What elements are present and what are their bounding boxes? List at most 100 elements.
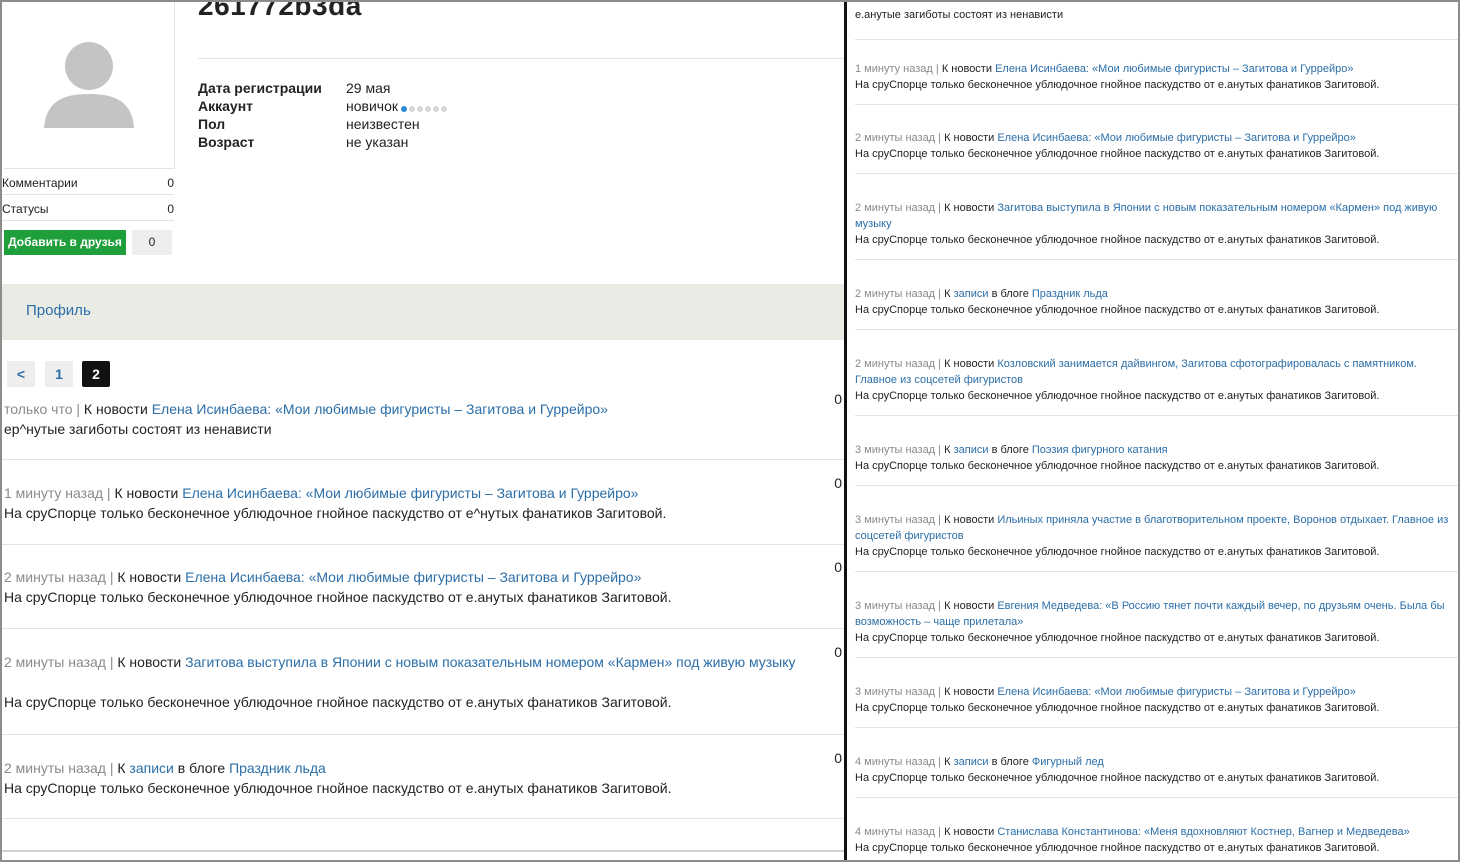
info-key: Возраст — [198, 134, 255, 150]
separator: | — [935, 132, 945, 144]
statuses-stat[interactable]: Статусы 0 — [2, 196, 174, 221]
article-link[interactable]: Загитова выступила в Японии с новым пока… — [185, 654, 795, 670]
comment-time: 2 минуты назад — [855, 358, 936, 370]
separator: | — [935, 514, 945, 526]
comment-time: 2 минуты назад — [855, 132, 936, 144]
comment-text: е.анутые загиботы состоят из ненависти — [855, 9, 1064, 21]
article-link[interactable]: Праздник льда — [229, 760, 326, 776]
comment-time: только что — [4, 401, 73, 417]
comment-rating: 0 — [834, 750, 842, 766]
article-link[interactable]: Елена Исинбаева: «Мои любимые фигуристы … — [182, 485, 638, 501]
comment-text: На сруСпорце только бесконечное ублюдочн… — [855, 390, 1380, 402]
comment-feed-overlay: е.анутые загиботы состоят из ненависти 1 … — [847, 2, 1458, 860]
comment-context: К новости — [944, 358, 995, 370]
article-link[interactable]: Фигурный лед — [1032, 756, 1104, 768]
comment-item: 2 минуты назад | К новости Елена Исинбае… — [2, 559, 844, 629]
info-value: неизвестен — [346, 116, 420, 132]
article-link[interactable]: Елена Исинбаева: «Мои любимые фигуристы … — [997, 686, 1355, 698]
comment-header: 1 минуту назад | К новости Елена Исинбае… — [4, 483, 804, 503]
comment-header: 2 минуты назад | К новости Козловский за… — [855, 356, 1458, 388]
comment-time: 1 минуту назад — [855, 63, 933, 75]
tab-profile[interactable]: Профиль — [26, 302, 91, 319]
profile-tabs-bar: Профиль — [2, 284, 844, 340]
info-value: новичок — [346, 98, 449, 115]
comment-context: К — [117, 760, 126, 776]
comment-header: только что | К новости Елена Исинбаева: … — [4, 399, 804, 419]
comment-item: 2 минуты назад | К записи в блоге Праздн… — [2, 750, 844, 819]
pager-page-2[interactable]: 2 — [82, 361, 110, 387]
comment-time: 2 минуты назад — [4, 760, 106, 776]
comment-text: На сруСпорце только бесконечное ублюдочн… — [855, 772, 1380, 784]
pager-page-1[interactable]: 1 — [45, 361, 73, 387]
comment-text: На сруСпорце только бесконечное ублюдочн… — [855, 304, 1380, 316]
comment-time: 3 минуты назад — [855, 444, 936, 456]
profile-panel: Комментарии 0 Статусы 0 Добавить в друзь… — [2, 2, 844, 860]
comment-time: 2 минуты назад — [4, 654, 106, 670]
comment-time: 1 минуту назад — [4, 485, 104, 501]
comments-stat[interactable]: Комментарии 0 — [2, 170, 174, 195]
comment-item: 2 минуты назад | К новости Загитова выст… — [2, 644, 844, 735]
comment-context: К новости — [944, 202, 995, 214]
separator: | — [935, 358, 945, 370]
separator: | — [105, 654, 118, 670]
comment-time: 2 минуты назад — [855, 288, 936, 300]
comment-header: 3 минуты назад | К новости Ильиных приня… — [855, 512, 1458, 544]
comment-text: На сруСпорце только бесконечное ублюдочн… — [855, 234, 1380, 246]
level-dot — [408, 106, 415, 113]
article-link[interactable]: Елена Исинбаева: «Мои любимые фигуристы … — [185, 569, 641, 585]
article-link[interactable]: Елена Исинбаева: «Мои любимые фигуристы … — [995, 63, 1353, 75]
article-link[interactable]: Станислава Константинова: «Меня вдохновл… — [997, 826, 1409, 838]
comment-context: К новости — [117, 569, 182, 585]
level-dot — [400, 106, 407, 113]
avatar — [4, 2, 175, 169]
blog-entry-link[interactable]: записи — [954, 288, 989, 300]
article-link[interactable]: Елена Исинбаева: «Мои любимые фигуристы … — [152, 401, 608, 417]
comment-header: 3 минуты назад | К новости Елена Исинбае… — [855, 684, 1458, 700]
comment-text: На сруСпорце только бесконечное ублюдочн… — [855, 79, 1380, 91]
blog-entry-link[interactable]: записи — [954, 444, 989, 456]
separator: | — [105, 569, 118, 585]
comment-time: 3 минуты назад — [855, 686, 936, 698]
blog-label: в блоге — [991, 756, 1029, 768]
blog-entry-link[interactable]: записи — [129, 760, 173, 776]
comment-item: е.анутые загиботы состоят из ненависти — [855, 7, 1458, 40]
comment-item: 2 минуты назад | К новости Козловский за… — [855, 356, 1458, 416]
level-dot — [432, 106, 439, 113]
comment-rating: 0 — [834, 644, 842, 660]
comment-rating: 0 — [834, 391, 842, 407]
screenshot-frame: Комментарии 0 Статусы 0 Добавить в друзь… — [0, 0, 1460, 862]
comment-header: 2 минуты назад | К новости Загитова выст… — [4, 652, 804, 672]
divider — [198, 58, 844, 59]
comment-item: 4 минуты назад | К записи в блоге Фигурн… — [855, 754, 1458, 798]
article-link[interactable]: Елена Исинбаева: «Мои любимые фигуристы … — [997, 132, 1355, 144]
comment-header: 3 минуты назад | К записи в блоге Поэзия… — [855, 442, 1458, 458]
comment-text: На сруСпорце только бесконечное ублюдочн… — [4, 589, 672, 605]
separator: | — [935, 686, 945, 698]
info-key: Пол — [198, 116, 226, 132]
comment-text: На сруСпорце только бесконечное ублюдочн… — [4, 694, 672, 710]
comment-item: 3 минуты назад | К новости Елена Исинбае… — [855, 684, 1458, 728]
comment-item: 2 минуты назад | К новости Елена Исинбае… — [855, 130, 1458, 174]
comment-time: 3 минуты назад — [855, 600, 936, 612]
comment-header: 2 минуты назад | К записи в блоге Праздн… — [4, 758, 804, 778]
comment-context: К новости — [944, 826, 995, 838]
separator: | — [935, 202, 945, 214]
level-dot — [424, 106, 431, 113]
comment-time: 4 минуты назад — [855, 826, 936, 838]
comment-time: 2 минуты назад — [4, 569, 106, 585]
comment-item: 3 минуты назад | К новости Евгения Медве… — [855, 598, 1458, 658]
article-link[interactable]: Поэзия фигурного катания — [1032, 444, 1168, 456]
comment-rating: 0 — [834, 559, 842, 575]
comment-text: На сруСпорце только бесконечное ублюдочн… — [855, 632, 1380, 644]
separator: | — [935, 756, 945, 768]
level-dot — [416, 106, 423, 113]
article-link[interactable]: Праздник льда — [1032, 288, 1108, 300]
comment-text: На сруСпорце только бесконечное ублюдочн… — [855, 460, 1380, 472]
blog-entry-link[interactable]: записи — [954, 756, 989, 768]
pager-prev-button[interactable]: < — [7, 361, 35, 387]
add-friend-button[interactable]: Добавить в друзья — [4, 230, 126, 255]
comments-label: Комментарии — [2, 176, 78, 190]
comment-header: 4 минуты назад | К записи в блоге Фигурн… — [855, 754, 1458, 770]
friends-count: 0 — [132, 230, 172, 255]
comment-header: 2 минуты назад | К новости Елена Исинбае… — [4, 567, 804, 587]
